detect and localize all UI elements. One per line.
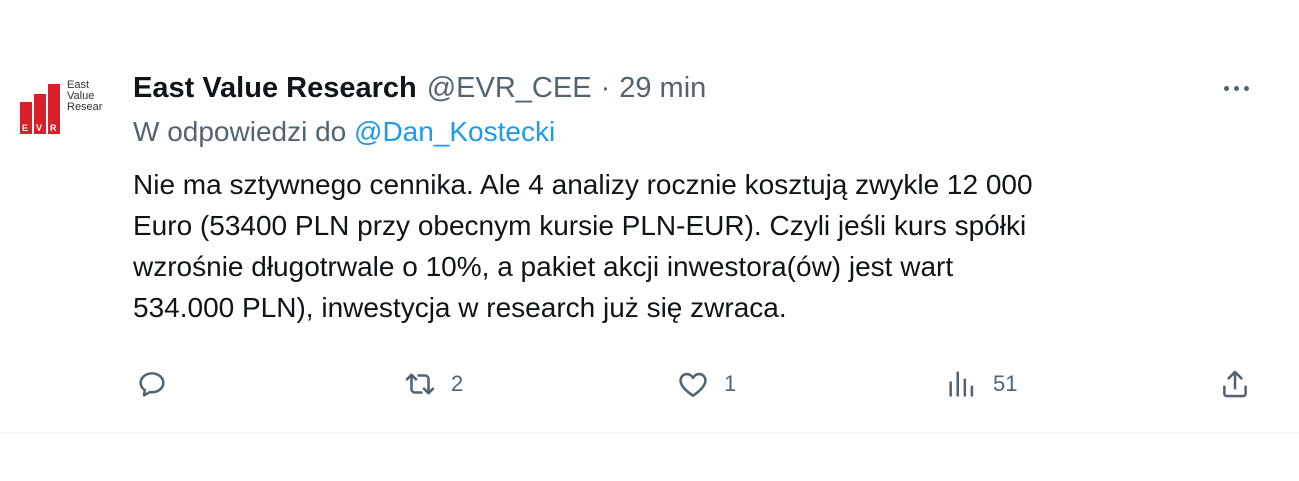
heart-icon: [679, 372, 707, 397]
like-count: 1: [724, 371, 737, 396]
author-name[interactable]: East Value Research: [133, 72, 417, 105]
views-count: 51: [993, 371, 1018, 396]
more-dot-icon: [1243, 85, 1249, 91]
reply-button[interactable]: [135, 360, 183, 408]
reply-mention-link[interactable]: @Dan_Kostecki: [354, 116, 555, 147]
avatar-line-3: Resear: [67, 101, 103, 113]
avatar-letter-e: E: [22, 123, 28, 133]
more-options-button[interactable]: [1216, 78, 1256, 98]
tweet-text-line: Euro (53400 PLN przy obecnym kursie PLN-…: [133, 210, 1027, 241]
like-button[interactable]: 1: [676, 360, 736, 408]
avatar-letter-r: R: [50, 123, 57, 133]
retweet-icon: [405, 373, 435, 395]
avatar-letter-v: V: [36, 123, 42, 133]
evr-logo-icon: E V R: [20, 84, 60, 134]
retweet-button[interactable]: 2: [403, 360, 463, 408]
tweet-text: Nie ma sztywnego cennika. Ale 4 analizy …: [133, 164, 1253, 328]
reply-prefix: W odpowiedzi do: [133, 116, 347, 147]
tweet-header: East Value Research @EVR_CEE · 29 min: [133, 68, 706, 108]
retweet-count: 2: [451, 371, 464, 396]
share-button[interactable]: [1218, 360, 1266, 408]
views-icon: [949, 371, 974, 397]
tweet-text-line: 534.000 PLN), inwestycja w research już …: [133, 292, 787, 323]
tweet[interactable]: E V R East Value Resear East Value Resea…: [0, 0, 1299, 481]
more-dot-icon: [1233, 85, 1239, 91]
tweet-divider: [0, 432, 1299, 433]
views-button[interactable]: 51: [945, 360, 1017, 408]
reply-context: W odpowiedzi do @Dan_Kostecki: [133, 116, 555, 148]
author-handle[interactable]: @EVR_CEE: [427, 72, 592, 105]
tweet-timestamp[interactable]: 29 min: [619, 72, 706, 105]
reply-icon: [139, 372, 165, 397]
avatar[interactable]: E V R East Value Resear: [20, 78, 112, 142]
more-dot-icon: [1223, 85, 1229, 91]
share-icon: [1223, 370, 1247, 398]
separator-dot: ·: [600, 71, 611, 104]
tweet-text-line: Nie ma sztywnego cennika. Ale 4 analizy …: [133, 169, 1033, 200]
avatar-wordmark: East Value Resear: [67, 80, 102, 113]
tweet-actions: 2 1 51: [0, 360, 1299, 408]
tweet-text-line: wzrośnie długotrwale o 10%, a pakiet akc…: [133, 251, 954, 282]
